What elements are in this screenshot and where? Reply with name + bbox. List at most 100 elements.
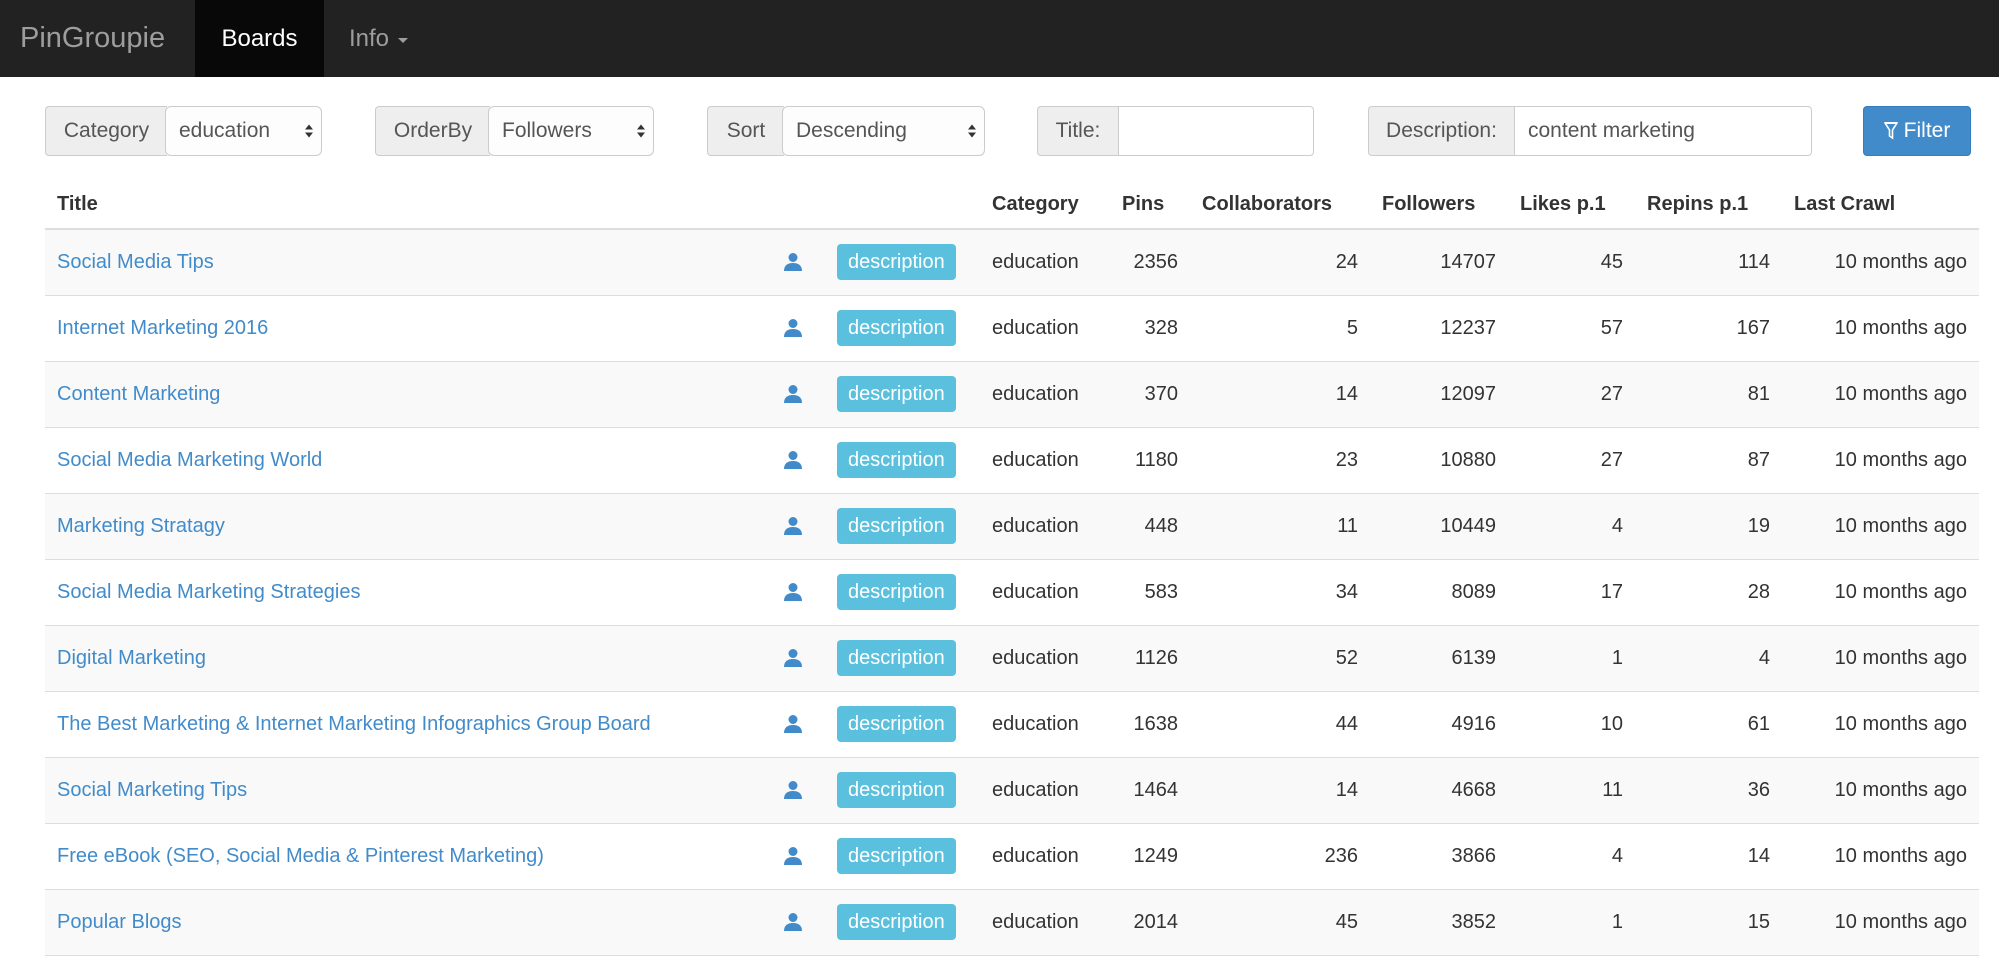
board-title-link[interactable]: Internet Marketing 2016	[57, 317, 268, 339]
repins-cell: 87	[1635, 427, 1782, 494]
collaborators-icon-cell	[750, 691, 825, 758]
orderby-select[interactable]: Followers	[488, 106, 654, 156]
user-icon[interactable]	[783, 384, 803, 404]
filter-button[interactable]: Filter	[1863, 106, 1971, 156]
header-followers[interactable]: Followers	[1370, 180, 1508, 230]
collaborators-icon-cell	[750, 361, 825, 428]
table-row: Free eBook (SEO, Social Media & Pinteres…	[45, 823, 1979, 890]
board-title-link[interactable]: Content Marketing	[57, 383, 220, 405]
board-title-link[interactable]: Marketing Stratagy	[57, 515, 225, 537]
last-crawl-cell: 10 months ago	[1782, 427, 1979, 494]
nav-info-dropdown[interactable]: Info	[324, 0, 433, 77]
category-cell: education	[980, 361, 1110, 428]
category-select[interactable]: education	[165, 106, 322, 156]
repins-cell: 28	[1635, 559, 1782, 626]
brand-logo[interactable]: PinGroupie	[0, 0, 195, 77]
header-last-crawl[interactable]: Last Crawl	[1782, 180, 1979, 230]
collaborators-icon-cell	[750, 757, 825, 824]
board-title-link[interactable]: Social Media Marketing World	[57, 449, 322, 471]
followers-cell: 4916	[1370, 691, 1508, 758]
pins-cell: 1180	[1110, 427, 1190, 494]
board-title-cell: Internet Marketing 2016	[45, 295, 750, 362]
select-arrows-icon	[637, 124, 645, 138]
sort-select[interactable]: Descending	[782, 106, 985, 156]
nav-boards[interactable]: Boards	[195, 0, 324, 77]
title-input[interactable]	[1118, 106, 1314, 156]
user-icon[interactable]	[783, 252, 803, 272]
table-body: Social Media Tips description education 235…	[45, 229, 1979, 956]
followers-cell: 3852	[1370, 889, 1508, 956]
description-button[interactable]: description	[837, 244, 956, 281]
description-button[interactable]: description	[837, 442, 956, 478]
followers-cell: 3866	[1370, 823, 1508, 890]
description-button[interactable]: description	[837, 706, 956, 742]
description-button[interactable]: description	[837, 772, 956, 808]
board-title-link[interactable]: Digital Marketing	[57, 647, 206, 669]
category-cell: education	[980, 493, 1110, 560]
description-button[interactable]: description	[837, 838, 956, 874]
collaborators-cell: 34	[1190, 559, 1370, 626]
repins-cell: 4	[1635, 625, 1782, 692]
header-title[interactable]: Title	[45, 180, 750, 230]
select-arrows-icon	[305, 124, 313, 138]
header-category[interactable]: Category	[980, 180, 1110, 230]
repins-cell: 14	[1635, 823, 1782, 890]
user-icon[interactable]	[783, 582, 803, 602]
category-cell: education	[980, 823, 1110, 890]
repins-cell: 167	[1635, 295, 1782, 362]
description-input[interactable]: content marketing	[1514, 106, 1812, 156]
board-title-link[interactable]: Social Media Tips	[57, 251, 214, 273]
description-button[interactable]: description	[837, 376, 956, 412]
category-cell: education	[980, 757, 1110, 824]
last-crawl-cell: 10 months ago	[1782, 889, 1979, 956]
likes-cell: 11	[1508, 757, 1635, 824]
board-title-cell: Content Marketing	[45, 361, 750, 428]
board-title-cell: Free eBook (SEO, Social Media & Pinteres…	[45, 823, 750, 890]
last-crawl-cell: 10 months ago	[1782, 229, 1979, 296]
description-button[interactable]: description	[837, 310, 956, 346]
board-title-link[interactable]: Social Media Marketing Strategies	[57, 581, 360, 603]
table-header-row: Title Category Pins Collaborators Follow…	[45, 180, 1979, 230]
board-title-cell: Social Media Marketing World	[45, 427, 750, 494]
last-crawl-cell: 10 months ago	[1782, 823, 1979, 890]
description-button[interactable]: description	[837, 508, 956, 544]
header-likes[interactable]: Likes p.1	[1508, 180, 1635, 230]
user-icon[interactable]	[783, 714, 803, 734]
header-repins[interactable]: Repins p.1	[1635, 180, 1782, 230]
board-title-link[interactable]: Social Marketing Tips	[57, 779, 247, 801]
top-navbar: PinGroupie Boards Info	[0, 0, 1999, 77]
collaborators-cell: 45	[1190, 889, 1370, 956]
header-pins[interactable]: Pins	[1110, 180, 1190, 230]
user-icon[interactable]	[783, 318, 803, 338]
board-title-link[interactable]: Popular Blogs	[57, 911, 182, 933]
description-cell: description	[825, 493, 980, 560]
header-collaborators[interactable]: Collaborators	[1190, 180, 1370, 230]
repins-cell: 114	[1635, 229, 1782, 296]
user-icon[interactable]	[783, 912, 803, 932]
description-button[interactable]: description	[837, 640, 956, 676]
category-filter: Category education	[45, 106, 322, 156]
followers-cell: 12237	[1370, 295, 1508, 362]
category-label: Category	[45, 106, 167, 156]
likes-cell: 10	[1508, 691, 1635, 758]
likes-cell: 27	[1508, 427, 1635, 494]
description-cell: description	[825, 889, 980, 956]
user-icon[interactable]	[783, 780, 803, 800]
header-empty-1	[750, 180, 825, 230]
user-icon[interactable]	[783, 648, 803, 668]
filter-icon	[1883, 122, 1898, 140]
table-row: Social Marketing Tips description educatio…	[45, 757, 1979, 824]
description-button[interactable]: description	[837, 904, 956, 940]
pins-cell: 1249	[1110, 823, 1190, 890]
likes-cell: 4	[1508, 823, 1635, 890]
user-icon[interactable]	[783, 516, 803, 536]
user-icon[interactable]	[783, 846, 803, 866]
board-title-link[interactable]: The Best Marketing & Internet Marketing …	[57, 713, 651, 735]
pins-cell: 2356	[1110, 229, 1190, 296]
description-button[interactable]: description	[837, 574, 956, 610]
board-title-link[interactable]: Free eBook (SEO, Social Media & Pinteres…	[57, 845, 544, 867]
table-row: Content Marketing description education 370…	[45, 361, 1979, 428]
sort-select-value: Descending	[796, 119, 907, 142]
user-icon[interactable]	[783, 450, 803, 470]
category-cell: education	[980, 889, 1110, 956]
